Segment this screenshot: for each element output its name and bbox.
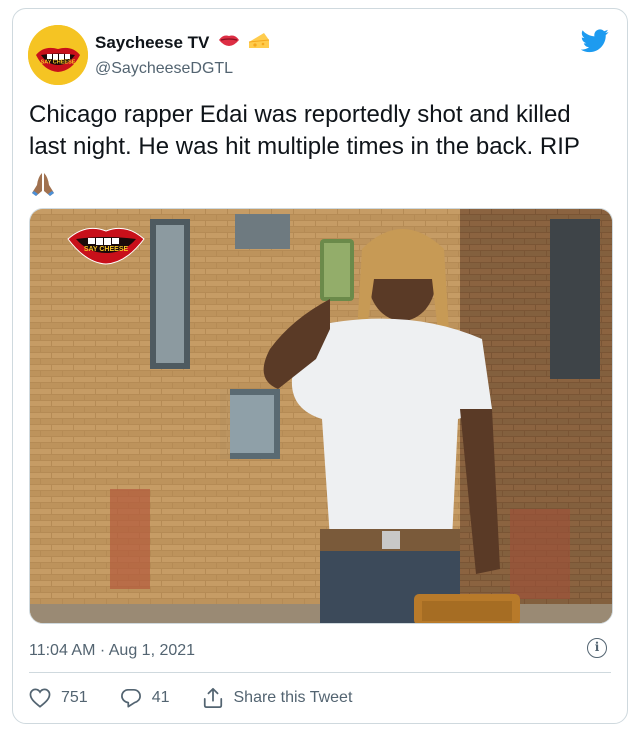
share-label: Share this Tweet [233, 689, 353, 706]
tweet-actions: 751 41 Share this Tweet [29, 684, 384, 712]
avatar[interactable]: SAY CHEESE [28, 25, 88, 85]
display-name[interactable]: Saycheese TV [95, 32, 209, 54]
reply-button[interactable]: 41 [120, 688, 170, 708]
share-icon [203, 687, 222, 709]
folded-hands-emoji-icon [29, 171, 57, 202]
media-logo-text: SAY CHEESE [84, 246, 129, 253]
like-count: 751 [61, 689, 88, 706]
share-button[interactable]: Share this Tweet [202, 687, 353, 709]
like-button[interactable]: 751 [29, 688, 88, 708]
tweet-photo[interactable]: SAY CHEESE [29, 208, 613, 624]
reply-count: 41 [151, 689, 170, 706]
divider [29, 672, 611, 673]
reply-icon [120, 688, 141, 708]
lips-emoji-icon [218, 33, 240, 52]
heart-icon [29, 688, 51, 708]
twitter-bird-icon[interactable] [580, 29, 609, 53]
tweet-timestamp[interactable]: 11:04 AM · Aug 1, 2021 [29, 642, 195, 660]
tweet-text: Chicago rapper Edai was reportedly shot … [29, 101, 580, 160]
tweet-card[interactable]: SAY CHEESE Saycheese TV @SaycheeseDGTL C… [12, 8, 628, 724]
info-icon[interactable]: i [587, 638, 607, 658]
cheese-emoji-icon [248, 31, 270, 54]
user-handle[interactable]: @SaycheeseDGTL [95, 58, 270, 80]
author-info[interactable]: Saycheese TV @SaycheeseDGTL [95, 31, 270, 80]
avatar-logo-text: SAY CHEESE [41, 60, 76, 66]
